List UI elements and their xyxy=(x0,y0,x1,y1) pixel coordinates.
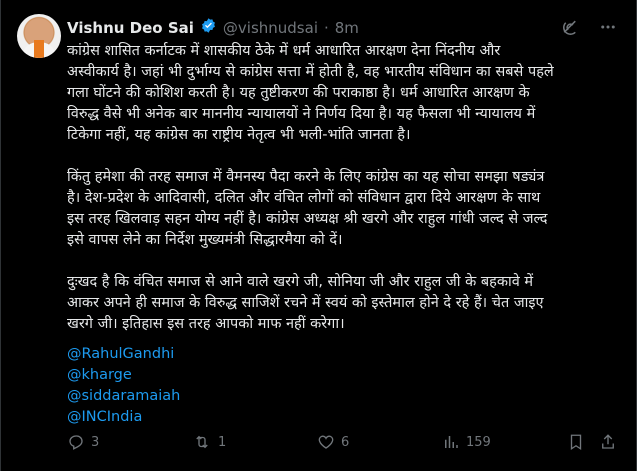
bookmark-icon xyxy=(567,433,585,451)
like-icon xyxy=(317,433,335,451)
mention-siddaramaiah[interactable]: @siddaramaiah xyxy=(67,386,180,407)
grok-icon[interactable] xyxy=(560,17,580,37)
author-handle[interactable]: @vishnudsai xyxy=(223,18,318,38)
verified-badge-icon xyxy=(200,17,217,39)
mention-kharge[interactable]: @kharge xyxy=(67,365,180,386)
share-icon xyxy=(599,433,617,451)
timestamp[interactable]: 8m xyxy=(335,18,359,38)
like-button[interactable]: 6 xyxy=(317,433,442,451)
avatar[interactable] xyxy=(17,14,61,58)
tweet-card[interactable]: Vishnu Deo Sai @vishnudsai · 8m कांग्रेस… xyxy=(0,0,637,471)
tweet-top-actions xyxy=(560,17,618,37)
tweet-paragraph-1: कांग्रेस शासित कर्नाटक में शासकीय ठेके म… xyxy=(67,43,554,143)
reply-icon xyxy=(67,433,85,451)
mention-incindia[interactable]: @INCIndia xyxy=(67,407,180,428)
repost-icon xyxy=(192,433,212,451)
reply-button[interactable]: 3 xyxy=(67,433,192,451)
tweet-header: Vishnu Deo Sai @vishnudsai · 8m xyxy=(67,17,587,39)
views-icon xyxy=(442,433,460,451)
author-name[interactable]: Vishnu Deo Sai xyxy=(67,18,194,38)
mention-rahulgandhi[interactable]: @RahulGandhi xyxy=(67,344,180,365)
tweet-paragraph-2: किंतु हमेशा की तरह समाज में वैमनस्य पैदा… xyxy=(67,169,548,248)
bookmark-button[interactable] xyxy=(567,433,599,451)
separator-dot: · xyxy=(323,19,329,37)
more-icon[interactable] xyxy=(598,17,618,37)
repost-count: 1 xyxy=(218,434,227,450)
like-count: 6 xyxy=(341,434,350,450)
views-count: 159 xyxy=(466,434,491,450)
reply-count: 3 xyxy=(91,434,100,450)
views-button[interactable]: 159 xyxy=(442,433,567,451)
tweet-paragraph-3: दुःखद है कि वंचित समाज से आने वाले खरगे … xyxy=(67,274,544,332)
tweet-action-bar: 3 1 6 159 xyxy=(67,432,623,452)
mention-list: @RahulGandhi @kharge @siddaramaiah @INCI… xyxy=(67,344,180,428)
share-button[interactable] xyxy=(599,433,623,451)
avatar-scarf xyxy=(34,40,44,58)
repost-button[interactable]: 1 xyxy=(192,433,317,451)
tweet-text: कांग्रेस शासित कर्नाटक में शासकीय ठेके म… xyxy=(67,41,625,335)
